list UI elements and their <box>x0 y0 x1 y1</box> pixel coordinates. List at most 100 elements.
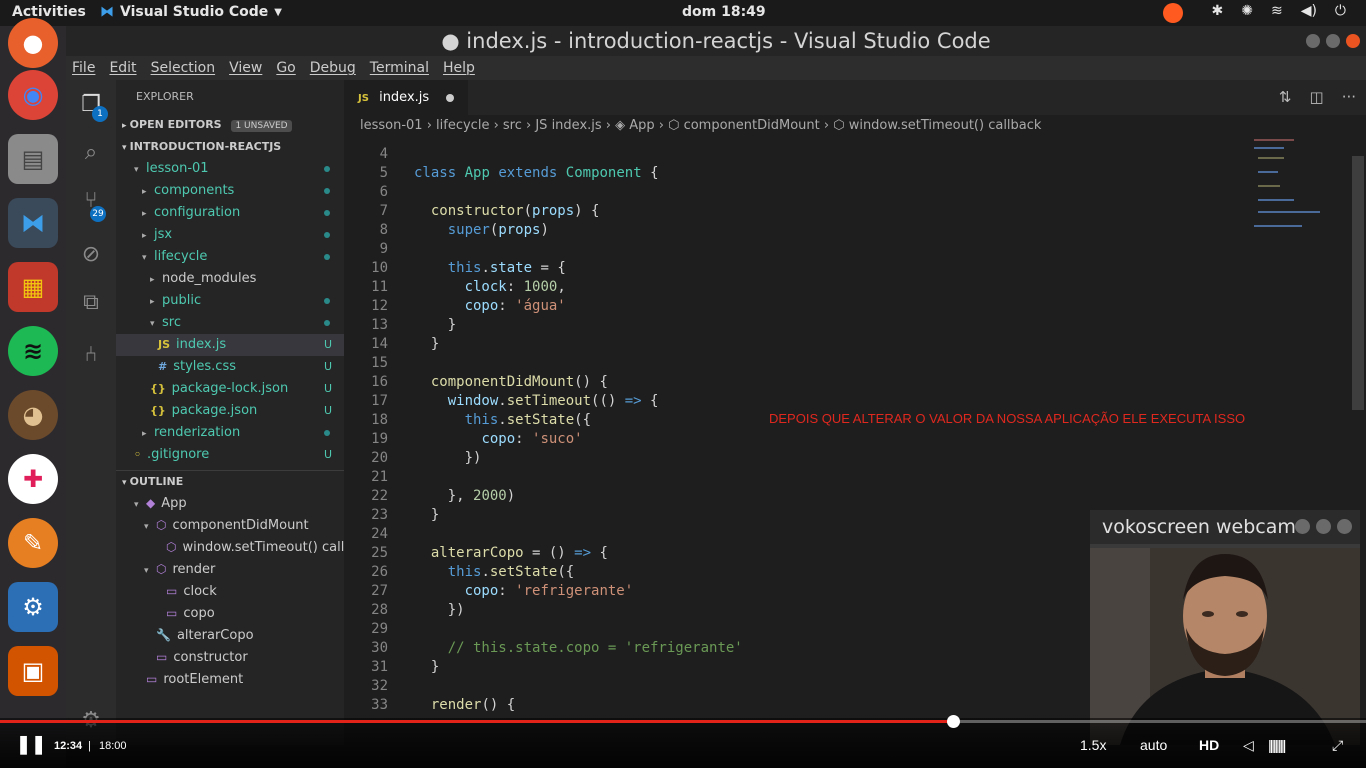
code-line[interactable]: 19 copo: 'suco' <box>344 430 1344 449</box>
more-actions-icon[interactable]: ··· <box>1342 88 1356 106</box>
tree-item[interactable]: {} package-lock.json U <box>116 378 344 400</box>
chrome-icon[interactable]: ◉ <box>8 70 58 120</box>
code-line[interactable]: 13 } <box>344 316 1344 335</box>
tree-item[interactable]: ▸ public <box>116 290 344 312</box>
outline-item[interactable]: 🔧 alterarCopo <box>116 624 344 646</box>
spotify-icon[interactable]: ≋ <box>8 326 58 376</box>
code-line[interactable]: 10 this.state = { <box>344 259 1344 278</box>
app-menu[interactable]: ⧓ Visual Studio Code ▼ <box>100 4 282 20</box>
pause-icon[interactable]: ❚❚ <box>16 734 46 755</box>
vscode-dock-icon[interactable]: ⧓ <box>8 198 58 248</box>
wifi-icon[interactable]: ≋ <box>1271 3 1283 23</box>
tree-item[interactable]: # styles.css U <box>116 356 344 378</box>
volume-icon[interactable]: ◁ <box>1243 737 1254 754</box>
outline-item[interactable]: ▭ rootElement <box>116 668 344 690</box>
webcam-window[interactable]: vokoscreen webcam <box>1090 510 1360 745</box>
tree-item[interactable]: {} package.json U <box>116 400 344 422</box>
tree-item[interactable]: ▸ configuration <box>116 202 344 224</box>
tree-item[interactable]: ◦ .gitignore U <box>116 444 344 466</box>
code-line[interactable]: 8 super(props) <box>344 221 1344 240</box>
code-line[interactable]: 14 } <box>344 335 1344 354</box>
tree-item[interactable]: ▸ renderization <box>116 422 344 444</box>
volume-level-bars[interactable]: |||||||||| <box>1268 737 1286 753</box>
menu-file[interactable]: File <box>72 60 95 76</box>
code-line[interactable]: 12 copo: 'água' <box>344 297 1344 316</box>
code-line[interactable]: 11 clock: 1000, <box>344 278 1344 297</box>
maximize-button[interactable] <box>1326 34 1340 48</box>
webcam-minimize-button[interactable] <box>1295 519 1310 534</box>
quality-auto-button[interactable]: auto <box>1140 737 1167 753</box>
outline-item[interactable]: ▭ clock <box>116 580 344 602</box>
minimize-button[interactable] <box>1306 34 1320 48</box>
split-editor-icon[interactable]: ◫ <box>1310 88 1324 106</box>
recording-icon[interactable] <box>1163 3 1184 23</box>
tree-item[interactable]: ▸ components <box>116 180 344 202</box>
network-status-icon[interactable]: ✺ <box>1241 3 1253 23</box>
menu-go[interactable]: Go <box>276 60 295 76</box>
search-icon[interactable]: ⌕ <box>78 140 104 166</box>
outline-item[interactable]: ▭ copo <box>116 602 344 624</box>
editor-scrollbar[interactable] <box>1352 156 1364 410</box>
playback-speed-button[interactable]: 1.5x <box>1080 737 1106 753</box>
color-picker-icon[interactable]: ✎ <box>8 518 58 568</box>
code-line[interactable]: 20 }) <box>344 449 1344 468</box>
fullscreen-icon[interactable]: ⤢ <box>1332 737 1343 754</box>
code-line[interactable]: 4 <box>344 145 1344 164</box>
outline-section[interactable]: ▾ OUTLINE <box>116 470 344 492</box>
tree-item[interactable]: ▸ jsx <box>116 224 344 246</box>
menu-selection[interactable]: Selection <box>151 60 216 76</box>
code-line[interactable]: 21 <box>344 468 1344 487</box>
menu-edit[interactable]: Edit <box>109 60 136 76</box>
outline-item[interactable]: ▾ ⬡ render <box>116 558 344 580</box>
menu-help[interactable]: Help <box>443 60 475 76</box>
tree-item[interactable]: ▸ node_modules <box>116 268 344 290</box>
code-line[interactable]: 15 <box>344 354 1344 373</box>
open-editors-section[interactable]: ▸ OPEN EDITORS 1 UNSAVED <box>116 114 344 136</box>
hd-button[interactable]: HD <box>1199 737 1219 753</box>
unsaved-dot-icon[interactable] <box>446 94 454 102</box>
files-icon[interactable]: ▤ <box>8 134 58 184</box>
outline-item[interactable]: ⬡ window.setTimeout() call... <box>116 536 344 558</box>
code-line[interactable]: 7 constructor(props) { <box>344 202 1344 221</box>
outline-item[interactable]: ▾ ⬡ componentDidMount <box>116 514 344 536</box>
code-line[interactable]: 17 window.setTimeout(() => { <box>344 392 1344 411</box>
tree-item[interactable]: ▾ lifecycle <box>116 246 344 268</box>
code-line[interactable]: 5 class App extends Component { <box>344 164 1344 183</box>
webcam-close-button[interactable] <box>1337 519 1352 534</box>
debug-icon[interactable]: ⊘ <box>78 242 104 268</box>
video-progress-knob[interactable] <box>947 715 961 728</box>
power-icon[interactable]: ⏻ <box>1335 3 1346 23</box>
menu-terminal[interactable]: Terminal <box>370 60 429 76</box>
minimap[interactable] <box>1250 137 1350 237</box>
menu-debug[interactable]: Debug <box>310 60 356 76</box>
firefox-icon[interactable]: ● <box>8 18 58 68</box>
code-line[interactable]: 6 <box>344 183 1344 202</box>
project-section[interactable]: ▾ INTRODUCTION-REACTJS <box>116 136 344 158</box>
screen-recorder-icon[interactable]: ⚙ <box>8 582 58 632</box>
outline-item[interactable]: ▾ ◆ App <box>116 492 344 514</box>
tree-item[interactable]: ▾ src <box>116 312 344 334</box>
breadcrumb[interactable]: lesson-01 › lifecycle › src › JS index.j… <box>344 115 1366 137</box>
close-button[interactable] <box>1346 34 1360 48</box>
code-line[interactable]: 22 }, 2000) <box>344 487 1344 506</box>
activities-button[interactable]: Activities <box>12 4 86 20</box>
extensions-icon[interactable]: ⧉ <box>78 290 104 316</box>
video-progress-track[interactable] <box>0 715 1366 728</box>
outline-item[interactable]: ▭ constructor <box>116 646 344 668</box>
git-graph-icon[interactable]: ⑃ <box>78 342 104 368</box>
clock[interactable]: dom 18:49 <box>682 4 766 20</box>
open-changes-icon[interactable]: ⇅ <box>1279 88 1292 106</box>
bluetooth-icon[interactable]: ✱ <box>1211 3 1223 23</box>
menu-view[interactable]: View <box>229 60 262 76</box>
code-line[interactable]: 16 componentDidMount() { <box>344 373 1344 392</box>
slack-icon[interactable]: ✚ <box>8 454 58 504</box>
tab-index-js[interactable]: JS index.js <box>344 80 468 115</box>
slides-icon[interactable]: ▣ <box>8 646 58 696</box>
code-line[interactable]: 9 <box>344 240 1344 259</box>
presentation-icon[interactable]: ▦ <box>8 262 58 312</box>
webcam-maximize-button[interactable] <box>1316 519 1331 534</box>
volume-icon[interactable]: ◀) <box>1301 3 1317 23</box>
tree-item[interactable]: JS index.js U <box>116 334 344 356</box>
tree-item[interactable]: ▾ lesson-01 <box>116 158 344 180</box>
beaver-icon[interactable]: ◕ <box>8 390 58 440</box>
